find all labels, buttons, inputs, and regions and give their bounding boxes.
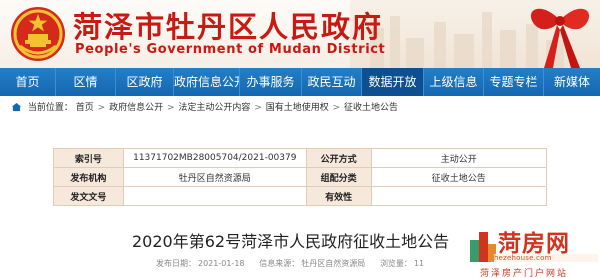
doc-number-value bbox=[122, 186, 307, 206]
site-title: 菏泽市牡丹区人民政府 bbox=[73, 10, 384, 44]
index-value: 11371702MB28005704/2021-00379 bbox=[122, 148, 307, 168]
table-row: 索引号 11371702MB28005704/2021-00379 公开方式 主… bbox=[53, 148, 548, 168]
publisher-value: 牡丹区自然资源局 bbox=[122, 167, 307, 187]
date-label: 发布日期： bbox=[156, 259, 196, 268]
nav-item-district-government[interactable]: 区政府 bbox=[116, 68, 174, 96]
validity-value bbox=[370, 186, 548, 206]
breadcrumb-separator: > bbox=[166, 103, 175, 113]
breadcrumb: 当前位置： 首页 > 政府信息公开 > 法定主动公开内容 > 国有土地使用权 >… bbox=[0, 98, 600, 118]
watermark-name: 菏房网 bbox=[498, 231, 570, 257]
breadcrumb-link-land-use[interactable]: 国有土地使用权 bbox=[266, 103, 329, 113]
breadcrumb-link-disclosure[interactable]: 政府信息公开 bbox=[109, 103, 163, 113]
nav-item-information-disclosure[interactable]: 政府信息公开 bbox=[174, 68, 240, 96]
watermark-domain: hezehouse.com bbox=[494, 254, 598, 262]
source-label: 信息来源： bbox=[259, 259, 300, 268]
disclosure-value: 主动公开 bbox=[370, 148, 548, 168]
table-row: 发文文号 有效性 bbox=[53, 186, 548, 206]
view-count: 11 bbox=[413, 259, 425, 268]
location-icon bbox=[12, 103, 21, 112]
publish-date: 2021-01-18 bbox=[198, 259, 245, 268]
nav-item-interaction[interactable]: 政民互动 bbox=[302, 68, 362, 96]
breadcrumb-separator: > bbox=[97, 103, 106, 113]
category-label: 组配分类 bbox=[305, 167, 372, 187]
national-emblem-icon[interactable] bbox=[10, 6, 66, 62]
table-row: 发布机构 牡丹区自然资源局 组配分类 征收土地公告 bbox=[53, 167, 548, 187]
doc-number-label: 发文文号 bbox=[53, 186, 124, 206]
validity-label: 有效性 bbox=[305, 186, 372, 206]
breadcrumb-prefix: 当前位置： bbox=[27, 103, 73, 113]
nav-item-superior-info[interactable]: 上级信息 bbox=[424, 68, 484, 96]
article-meta: 发布日期： 2021-01-18 信息来源： 牡丹区自然资源局 浏览量： 11 bbox=[156, 258, 426, 269]
article-title: 2020年第62号菏泽市人民政府征收土地公告 bbox=[132, 232, 450, 251]
views-label: 浏览量： bbox=[379, 259, 412, 268]
site-header: 菏泽市牡丹区人民政府 People's Government of Mudan … bbox=[0, 0, 600, 68]
nav-item-services[interactable]: 办事服务 bbox=[240, 68, 302, 96]
category-value: 征收土地公告 bbox=[370, 167, 548, 187]
nav-item-district-profile[interactable]: 区情 bbox=[56, 68, 116, 96]
watermark-tagline: 菏泽房产门户网站 bbox=[480, 269, 569, 278]
site-subtitle: People's Government of Mudan District bbox=[75, 42, 386, 57]
info-source: 牡丹区自然资源局 bbox=[301, 259, 366, 268]
site-watermark: 菏房网 hezehouse.com 菏泽房产门户网站 bbox=[468, 224, 600, 278]
breadcrumb-link-land-notice[interactable]: 征收土地公告 bbox=[344, 103, 398, 113]
nav-item-open-data[interactable]: 数据开放 bbox=[362, 68, 424, 96]
nav-item-home[interactable]: 首页 bbox=[0, 68, 56, 96]
disclosure-label: 公开方式 bbox=[305, 148, 372, 168]
red-ribbon-icon bbox=[530, 8, 590, 68]
nav-item-special-topics[interactable]: 专题专栏 bbox=[484, 68, 544, 96]
index-label: 索引号 bbox=[53, 148, 124, 168]
main-nav: 首页 区情 区政府 政府信息公开 办事服务 政民互动 数据开放 上级信息 专题专… bbox=[0, 68, 600, 96]
breadcrumb-separator: > bbox=[332, 103, 341, 113]
publisher-label: 发布机构 bbox=[53, 167, 124, 187]
breadcrumb-separator: > bbox=[254, 103, 262, 113]
breadcrumb-link-statutory[interactable]: 法定主动公开内容 bbox=[178, 103, 250, 113]
nav-item-new-media[interactable]: 新媒体 bbox=[544, 68, 600, 96]
document-info-table: 索引号 11371702MB28005704/2021-00379 公开方式 主… bbox=[53, 148, 548, 206]
breadcrumb-link-home[interactable]: 首页 bbox=[76, 103, 94, 113]
